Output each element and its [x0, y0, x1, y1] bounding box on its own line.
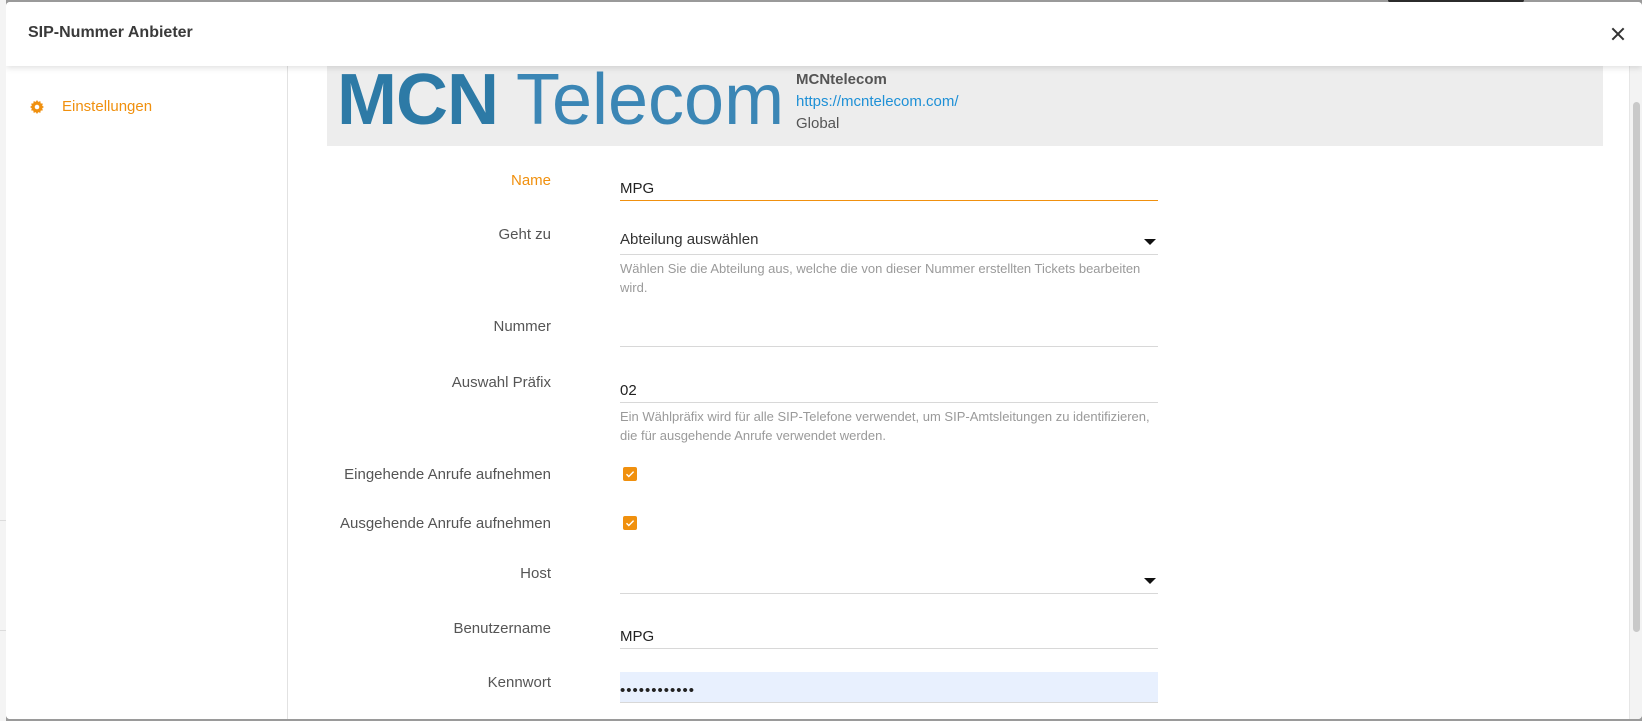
- geht-zu-label: Geht zu: [498, 226, 551, 243]
- auswahl-praefix-label: Auswahl Präfix: [451, 374, 551, 391]
- nummer-label: Nummer: [493, 318, 551, 335]
- benutzername-label: Benutzername: [453, 620, 551, 637]
- ausgehende-label: Ausgehende Anrufe aufnehmen: [339, 515, 551, 532]
- sip-provider-modal: SIP-Nummer Anbieter Einstellungen MCN Te…: [6, 2, 1642, 719]
- modal-header: SIP-Nummer Anbieter: [6, 2, 1642, 66]
- provider-logo: MCN Telecom: [337, 66, 785, 140]
- scrollbar-thumb[interactable]: [1633, 102, 1640, 632]
- gear-icon: [30, 99, 44, 114]
- kennwort-label: Kennwort: [487, 674, 551, 691]
- host-select[interactable]: [620, 563, 1158, 594]
- provider-info: MCNtelecom https://mcntelecom.com/ Globa…: [796, 71, 959, 132]
- close-icon[interactable]: [1608, 24, 1628, 44]
- provider-name: MCNtelecom: [796, 71, 887, 88]
- modal-sidebar: Einstellungen: [6, 66, 288, 719]
- modal-content: MCN Telecom MCNtelecom https://mcnteleco…: [289, 66, 1629, 719]
- check-icon: [626, 471, 635, 478]
- provider-url-link[interactable]: https://mcntelecom.com/: [796, 93, 959, 110]
- benutzername-input[interactable]: [620, 618, 1158, 649]
- kennwort-input[interactable]: [620, 672, 1158, 703]
- department-select-value: Abteilung auswählen: [620, 231, 759, 248]
- sidebar-item-label: Einstellungen: [62, 98, 153, 115]
- caret-down-icon: [1144, 578, 1156, 584]
- provider-scope: Global: [796, 115, 840, 132]
- content-scrollbar[interactable]: [1629, 66, 1642, 719]
- eingehende-checkbox[interactable]: [623, 467, 637, 481]
- name-input[interactable]: [620, 170, 1158, 201]
- logo-text-mcn: MCN: [337, 66, 499, 140]
- host-label: Host: [520, 565, 551, 582]
- check-icon: [626, 520, 635, 527]
- auswahl-praefix-helper: Ein Wählpräfix wird für alle SIP-Telefon…: [620, 409, 1150, 443]
- eingehende-label: Eingehende Anrufe aufnehmen: [344, 466, 551, 483]
- nummer-input[interactable]: [620, 316, 1158, 347]
- name-label: Name: [510, 172, 551, 189]
- caret-down-icon: [1144, 239, 1156, 245]
- geht-zu-helper: Wählen Sie die Abteilung aus, welche die…: [620, 261, 1141, 295]
- provider-banner: MCN Telecom MCNtelecom https://mcnteleco…: [327, 66, 1603, 146]
- ausgehende-checkbox[interactable]: [623, 516, 637, 530]
- department-select[interactable]: Abteilung auswählen: [620, 224, 1158, 255]
- auswahl-praefix-input[interactable]: [620, 372, 1158, 403]
- sidebar-item-einstellungen[interactable]: Einstellungen: [30, 98, 152, 115]
- logo-text-telecom: Telecom: [515, 66, 785, 140]
- modal-title: SIP-Nummer Anbieter: [28, 24, 193, 41]
